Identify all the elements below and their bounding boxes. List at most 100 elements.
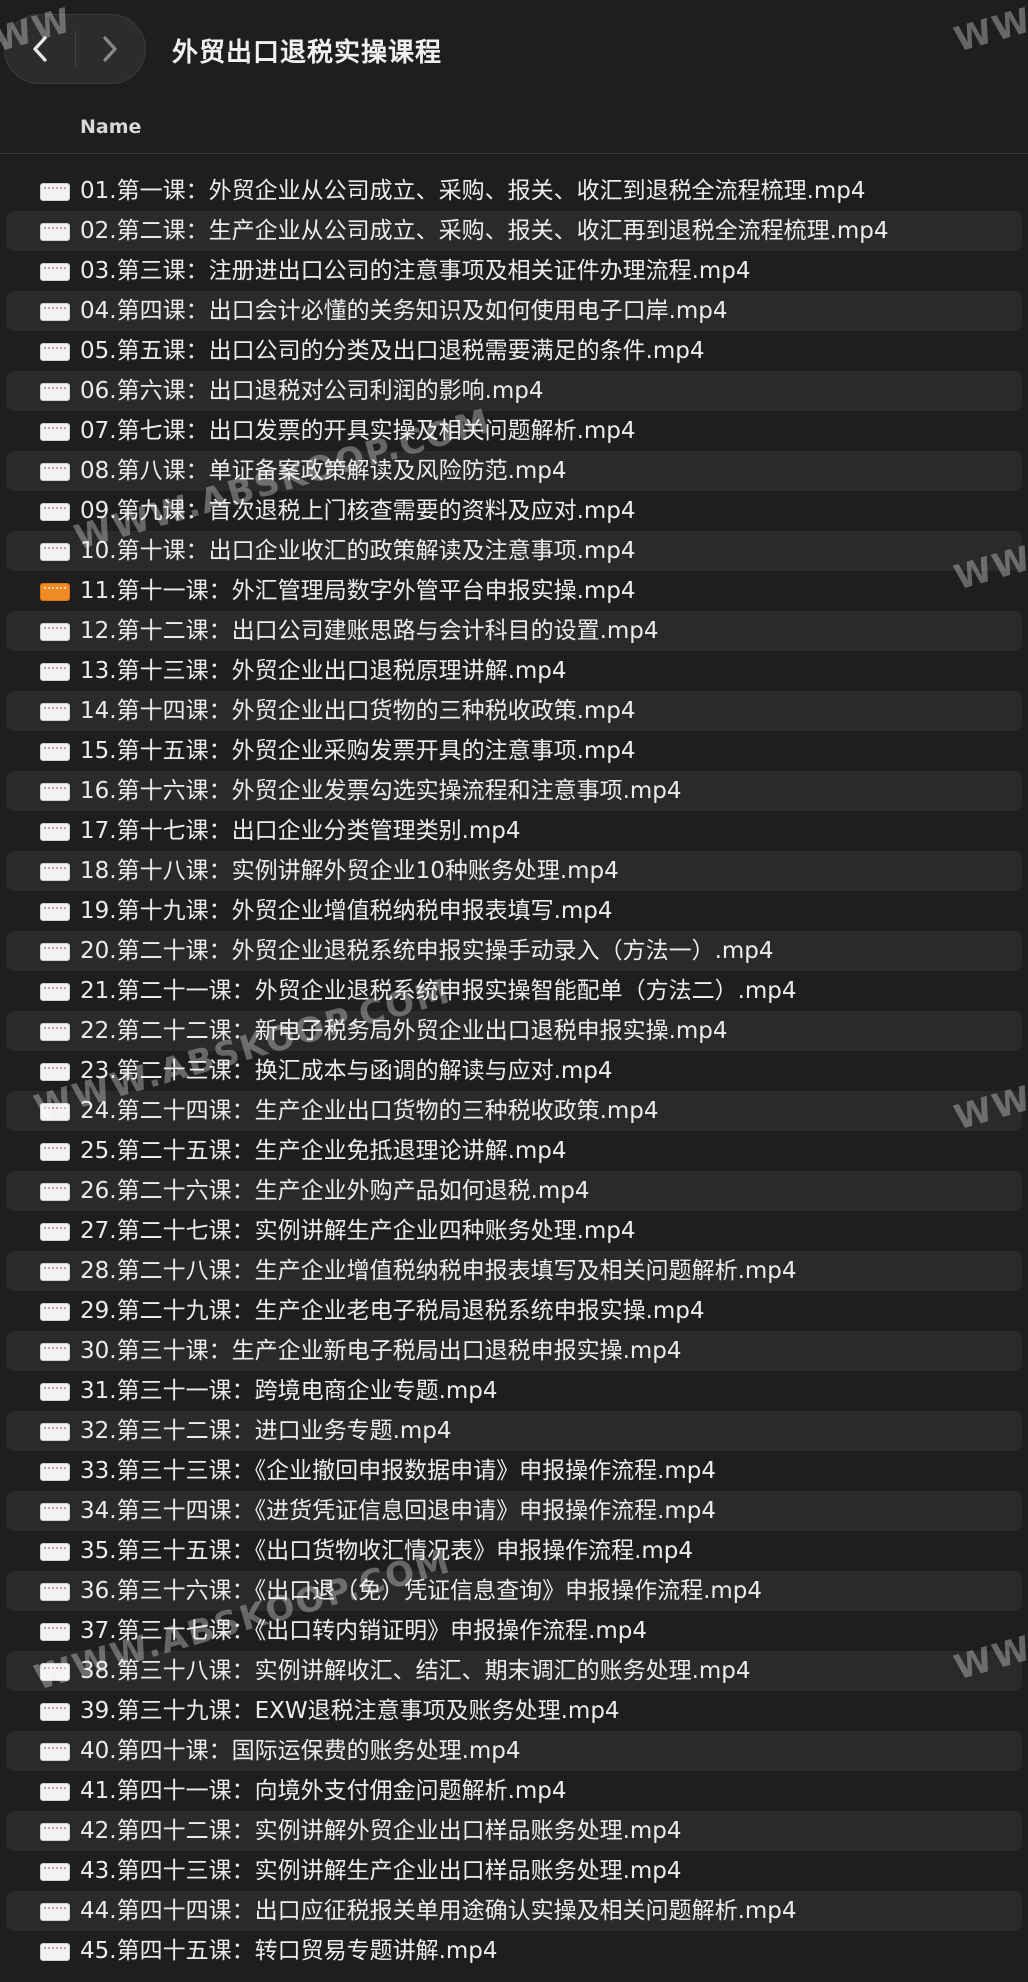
file-row[interactable]: 13.第十三课：外贸企业出口退税原理讲解.mp4 xyxy=(6,651,1022,691)
file-name: 32.第三十二课：进口业务专题.mp4 xyxy=(80,1418,452,1444)
back-button[interactable] xyxy=(5,15,75,83)
file-name: 01.第一课：外贸企业从公司成立、采购、报关、收汇到退税全流程梳理.mp4 xyxy=(80,178,866,204)
video-file-icon xyxy=(40,823,70,841)
file-name: 05.第五课：出口公司的分类及出口退税需要满足的条件.mp4 xyxy=(80,338,705,364)
file-row[interactable]: 27.第二十七课：实例讲解生产企业四种账务处理.mp4 xyxy=(6,1211,1022,1251)
file-row[interactable]: 40.第四十课：国际运保费的账务处理.mp4 xyxy=(6,1731,1022,1771)
file-row[interactable]: 28.第二十八课：生产企业增值税纳税申报表填写及相关问题解析.mp4 xyxy=(6,1251,1022,1291)
video-file-icon xyxy=(40,1263,70,1281)
file-name: 36.第三十六课：《出口退（免）凭证信息查询》申报操作流程.mp4 xyxy=(80,1578,763,1604)
video-file-icon xyxy=(40,303,70,321)
file-row[interactable]: 44.第四十四课：出口应征税报关单用途确认实操及相关问题解析.mp4 xyxy=(6,1891,1022,1931)
file-name: 44.第四十四课：出口应征税报关单用途确认实操及相关问题解析.mp4 xyxy=(80,1898,797,1924)
video-file-icon xyxy=(40,1343,70,1361)
file-name: 07.第七课：出口发票的开具实操及相关问题解析.mp4 xyxy=(80,418,636,444)
video-file-icon xyxy=(40,863,70,881)
video-file-icon xyxy=(40,1503,70,1521)
file-name: 27.第二十七课：实例讲解生产企业四种账务处理.mp4 xyxy=(80,1218,636,1244)
video-file-icon xyxy=(40,1223,70,1241)
column-header: Name xyxy=(0,98,1028,154)
file-name: 12.第十二课：出口公司建账思路与会计科目的设置.mp4 xyxy=(80,618,659,644)
file-row[interactable]: 42.第四十二课：实例讲解外贸企业出口样品账务处理.mp4 xyxy=(6,1811,1022,1851)
file-row[interactable]: 15.第十五课：外贸企业采购发票开具的注意事项.mp4 xyxy=(6,731,1022,771)
video-file-icon xyxy=(40,343,70,361)
file-row[interactable]: 19.第十九课：外贸企业增值税纳税申报表填写.mp4 xyxy=(6,891,1022,931)
file-row[interactable]: 24.第二十四课：生产企业出口货物的三种税收政策.mp4 xyxy=(6,1091,1022,1131)
file-row[interactable]: 09.第九课：首次退税上门核查需要的资料及应对.mp4 xyxy=(6,491,1022,531)
file-row[interactable]: 33.第三十三课：《企业撤回申报数据申请》申报操作流程.mp4 xyxy=(6,1451,1022,1491)
navigation-buttons xyxy=(4,14,146,84)
file-name: 42.第四十二课：实例讲解外贸企业出口样品账务处理.mp4 xyxy=(80,1818,682,1844)
file-name: 23.第二十三课：换汇成本与函调的解读与应对.mp4 xyxy=(80,1058,613,1084)
file-name: 21.第二十一课：外贸企业退税系统申报实操智能配单（方法二）.mp4 xyxy=(80,978,797,1004)
file-row[interactable]: 23.第二十三课：换汇成本与函调的解读与应对.mp4 xyxy=(6,1051,1022,1091)
video-file-icon xyxy=(40,1543,70,1561)
file-row[interactable]: 26.第二十六课：生产企业外购产品如何退税.mp4 xyxy=(6,1171,1022,1211)
video-file-icon xyxy=(40,1023,70,1041)
file-name: 16.第十六课：外贸企业发票勾选实操流程和注意事项.mp4 xyxy=(80,778,682,804)
file-row[interactable]: 17.第十七课：出口企业分类管理类别.mp4 xyxy=(6,811,1022,851)
file-name: 17.第十七课：出口企业分类管理类别.mp4 xyxy=(80,818,521,844)
file-row[interactable]: 35.第三十五课：《出口货物收汇情况表》申报操作流程.mp4 xyxy=(6,1531,1022,1571)
file-row[interactable]: 37.第三十七课：《出口转内销证明》申报操作流程.mp4 xyxy=(6,1611,1022,1651)
video-file-icon xyxy=(40,503,70,521)
file-name: 20.第二十课：外贸企业退税系统申报实操手动录入（方法一）.mp4 xyxy=(80,938,774,964)
video-file-icon xyxy=(40,1743,70,1761)
file-row[interactable]: 10.第十课：出口企业收汇的政策解读及注意事项.mp4 xyxy=(6,531,1022,571)
file-name: 10.第十课：出口企业收汇的政策解读及注意事项.mp4 xyxy=(80,538,636,564)
video-file-icon xyxy=(40,1823,70,1841)
file-row[interactable]: 29.第二十九课：生产企业老电子税局退税系统申报实操.mp4 xyxy=(6,1291,1022,1331)
file-row[interactable]: 11.第十一课：外汇管理局数字外管平台申报实操.mp4 xyxy=(6,571,1022,611)
video-file-icon xyxy=(40,423,70,441)
file-row[interactable]: 30.第三十课：生产企业新电子税局出口退税申报实操.mp4 xyxy=(6,1331,1022,1371)
file-name: 26.第二十六课：生产企业外购产品如何退税.mp4 xyxy=(80,1178,590,1204)
file-row[interactable]: 07.第七课：出口发票的开具实操及相关问题解析.mp4 xyxy=(6,411,1022,451)
file-row[interactable]: 38.第三十八课：实例讲解收汇、结汇、期末调汇的账务处理.mp4 xyxy=(6,1651,1022,1691)
file-list: 01.第一课：外贸企业从公司成立、采购、报关、收汇到退税全流程梳理.mp4 02.… xyxy=(0,171,1028,1971)
file-name: 34.第三十四课：《进货凭证信息回退申请》申报操作流程.mp4 xyxy=(80,1498,717,1524)
file-row[interactable]: 03.第三课：注册进出口公司的注意事项及相关证件办理流程.mp4 xyxy=(6,251,1022,291)
file-row[interactable]: 36.第三十六课：《出口退（免）凭证信息查询》申报操作流程.mp4 xyxy=(6,1571,1022,1611)
window-title: 外贸出口退税实操课程 xyxy=(172,38,443,68)
file-name: 35.第三十五课：《出口货物收汇情况表》申报操作流程.mp4 xyxy=(80,1538,694,1564)
file-row[interactable]: 39.第三十九课：EXW退税注意事项及账务处理.mp4 xyxy=(6,1691,1022,1731)
video-file-icon xyxy=(40,183,70,201)
file-row[interactable]: 16.第十六课：外贸企业发票勾选实操流程和注意事项.mp4 xyxy=(6,771,1022,811)
file-row[interactable]: 45.第四十五课：转口贸易专题讲解.mp4 xyxy=(6,1931,1022,1971)
file-row[interactable]: 22.第二十二课：新电子税务局外贸企业出口退税申报实操.mp4 xyxy=(6,1011,1022,1051)
file-name: 09.第九课：首次退税上门核查需要的资料及应对.mp4 xyxy=(80,498,636,524)
video-file-icon xyxy=(40,1583,70,1601)
video-file-icon xyxy=(40,1143,70,1161)
file-row[interactable]: 20.第二十课：外贸企业退税系统申报实操手动录入（方法一）.mp4 xyxy=(6,931,1022,971)
file-row[interactable]: 08.第八课：单证备案政策解读及风险防范.mp4 xyxy=(6,451,1022,491)
file-row[interactable]: 12.第十二课：出口公司建账思路与会计科目的设置.mp4 xyxy=(6,611,1022,651)
file-row[interactable]: 02.第二课：生产企业从公司成立、采购、报关、收汇再到退税全流程梳理.mp4 xyxy=(6,211,1022,251)
file-name: 45.第四十五课：转口贸易专题讲解.mp4 xyxy=(80,1938,498,1964)
file-row[interactable]: 01.第一课：外贸企业从公司成立、采购、报关、收汇到退税全流程梳理.mp4 xyxy=(6,171,1022,211)
file-name: 11.第十一课：外汇管理局数字外管平台申报实操.mp4 xyxy=(80,578,636,604)
video-file-icon xyxy=(40,1903,70,1921)
file-row[interactable]: 06.第六课：出口退税对公司利润的影响.mp4 xyxy=(6,371,1022,411)
file-row[interactable]: 04.第四课：出口会计必懂的关务知识及如何使用电子口岸.mp4 xyxy=(6,291,1022,331)
file-row[interactable]: 43.第四十三课：实例讲解生产企业出口样品账务处理.mp4 xyxy=(6,1851,1022,1891)
file-name: 03.第三课：注册进出口公司的注意事项及相关证件办理流程.mp4 xyxy=(80,258,751,284)
column-name-header[interactable]: Name xyxy=(80,116,141,138)
video-file-icon xyxy=(40,1103,70,1121)
file-row[interactable]: 25.第二十五课：生产企业免抵退理论讲解.mp4 xyxy=(6,1131,1022,1171)
file-name: 06.第六课：出口退税对公司利润的影响.mp4 xyxy=(80,378,544,404)
file-name: 22.第二十二课：新电子税务局外贸企业出口退税申报实操.mp4 xyxy=(80,1018,728,1044)
file-name: 02.第二课：生产企业从公司成立、采购、报关、收汇再到退税全流程梳理.mp4 xyxy=(80,218,889,244)
file-name: 29.第二十九课：生产企业老电子税局退税系统申报实操.mp4 xyxy=(80,1298,705,1324)
video-file-icon xyxy=(40,663,70,681)
file-row[interactable]: 41.第四十一课：向境外支付佣金问题解析.mp4 xyxy=(6,1771,1022,1811)
video-file-icon xyxy=(40,1663,70,1681)
file-row[interactable]: 34.第三十四课：《进货凭证信息回退申请》申报操作流程.mp4 xyxy=(6,1491,1022,1531)
video-file-icon xyxy=(40,1303,70,1321)
file-row[interactable]: 21.第二十一课：外贸企业退税系统申报实操智能配单（方法二）.mp4 xyxy=(6,971,1022,1011)
file-row[interactable]: 32.第三十二课：进口业务专题.mp4 xyxy=(6,1411,1022,1451)
forward-button[interactable] xyxy=(76,15,146,83)
file-row[interactable]: 05.第五课：出口公司的分类及出口退税需要满足的条件.mp4 xyxy=(6,331,1022,371)
file-row[interactable]: 14.第十四课：外贸企业出口货物的三种税收政策.mp4 xyxy=(6,691,1022,731)
file-row[interactable]: 18.第十八课：实例讲解外贸企业10种账务处理.mp4 xyxy=(6,851,1022,891)
file-row[interactable]: 31.第三十一课：跨境电商企业专题.mp4 xyxy=(6,1371,1022,1411)
